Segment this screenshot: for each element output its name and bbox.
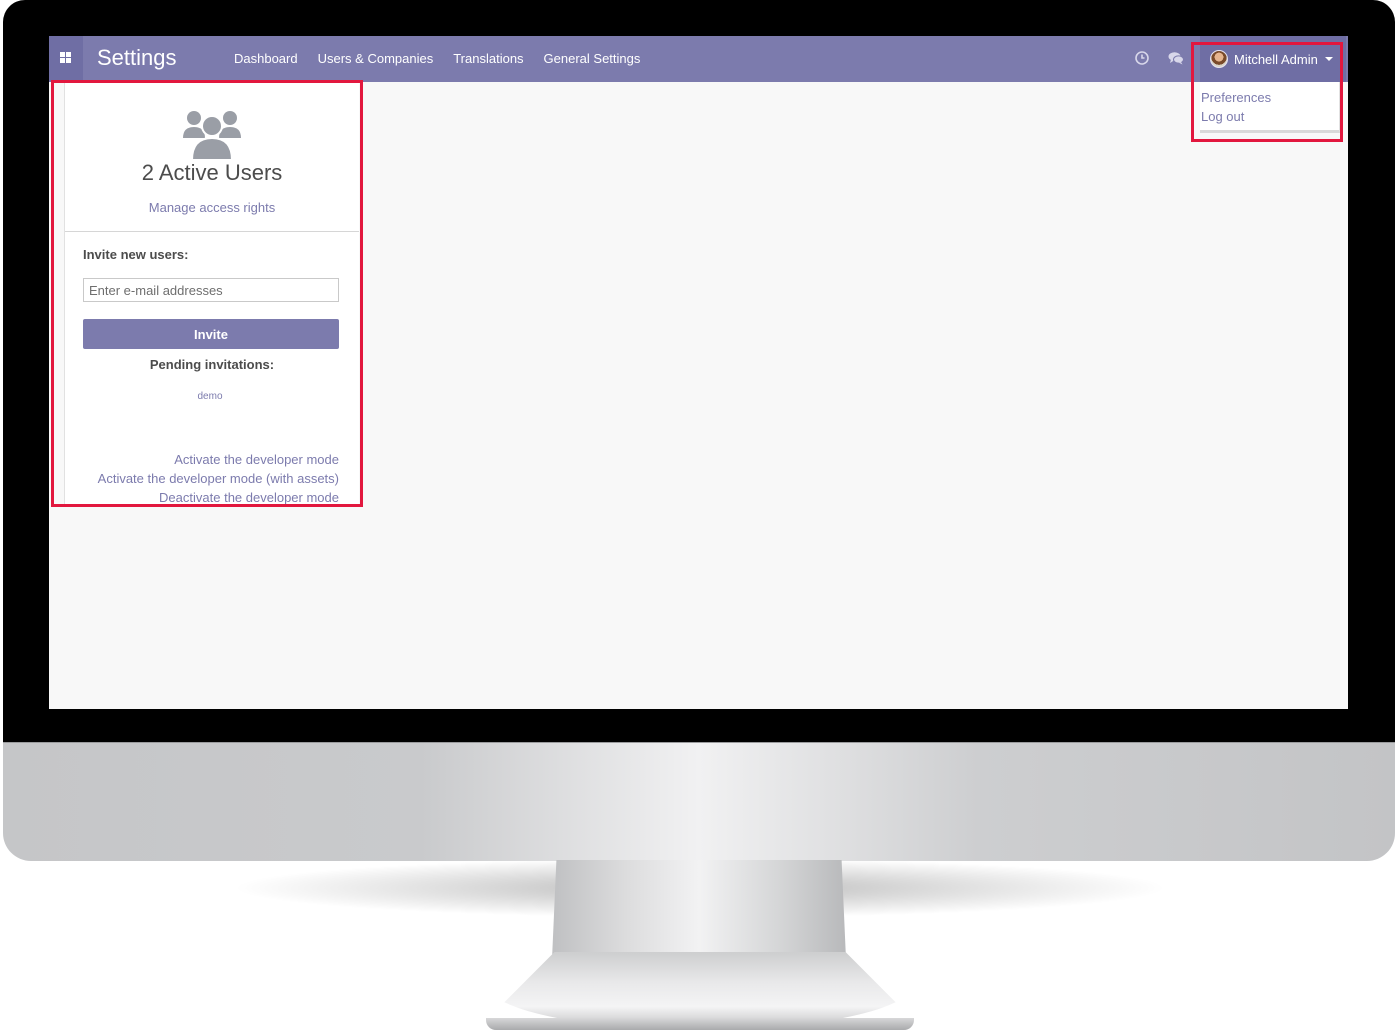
main-menu: Dashboard Users & Companies Translations… [224, 36, 650, 82]
top-navbar: Settings Dashboard Users & Companies Tra… [49, 36, 1348, 82]
monitor-stand-edge [486, 1018, 914, 1030]
menu-users-companies[interactable]: Users & Companies [308, 36, 444, 82]
clock-icon[interactable] [1133, 49, 1151, 67]
menu-general-settings[interactable]: General Settings [534, 36, 651, 82]
monitor-chin [3, 742, 1395, 861]
chat-bubbles-icon[interactable] [1167, 49, 1185, 67]
menu-translations[interactable]: Translations [443, 36, 533, 82]
app-title: Settings [97, 45, 177, 70]
monitor-mockup: Settings Dashboard Users & Companies Tra… [0, 0, 1398, 1032]
apps-menu-button[interactable] [49, 36, 83, 82]
menu-dashboard[interactable]: Dashboard [224, 36, 308, 82]
highlight-box-user-menu [1191, 42, 1343, 142]
highlight-box-users-panel [51, 80, 363, 507]
apps-grid-icon [60, 52, 71, 63]
